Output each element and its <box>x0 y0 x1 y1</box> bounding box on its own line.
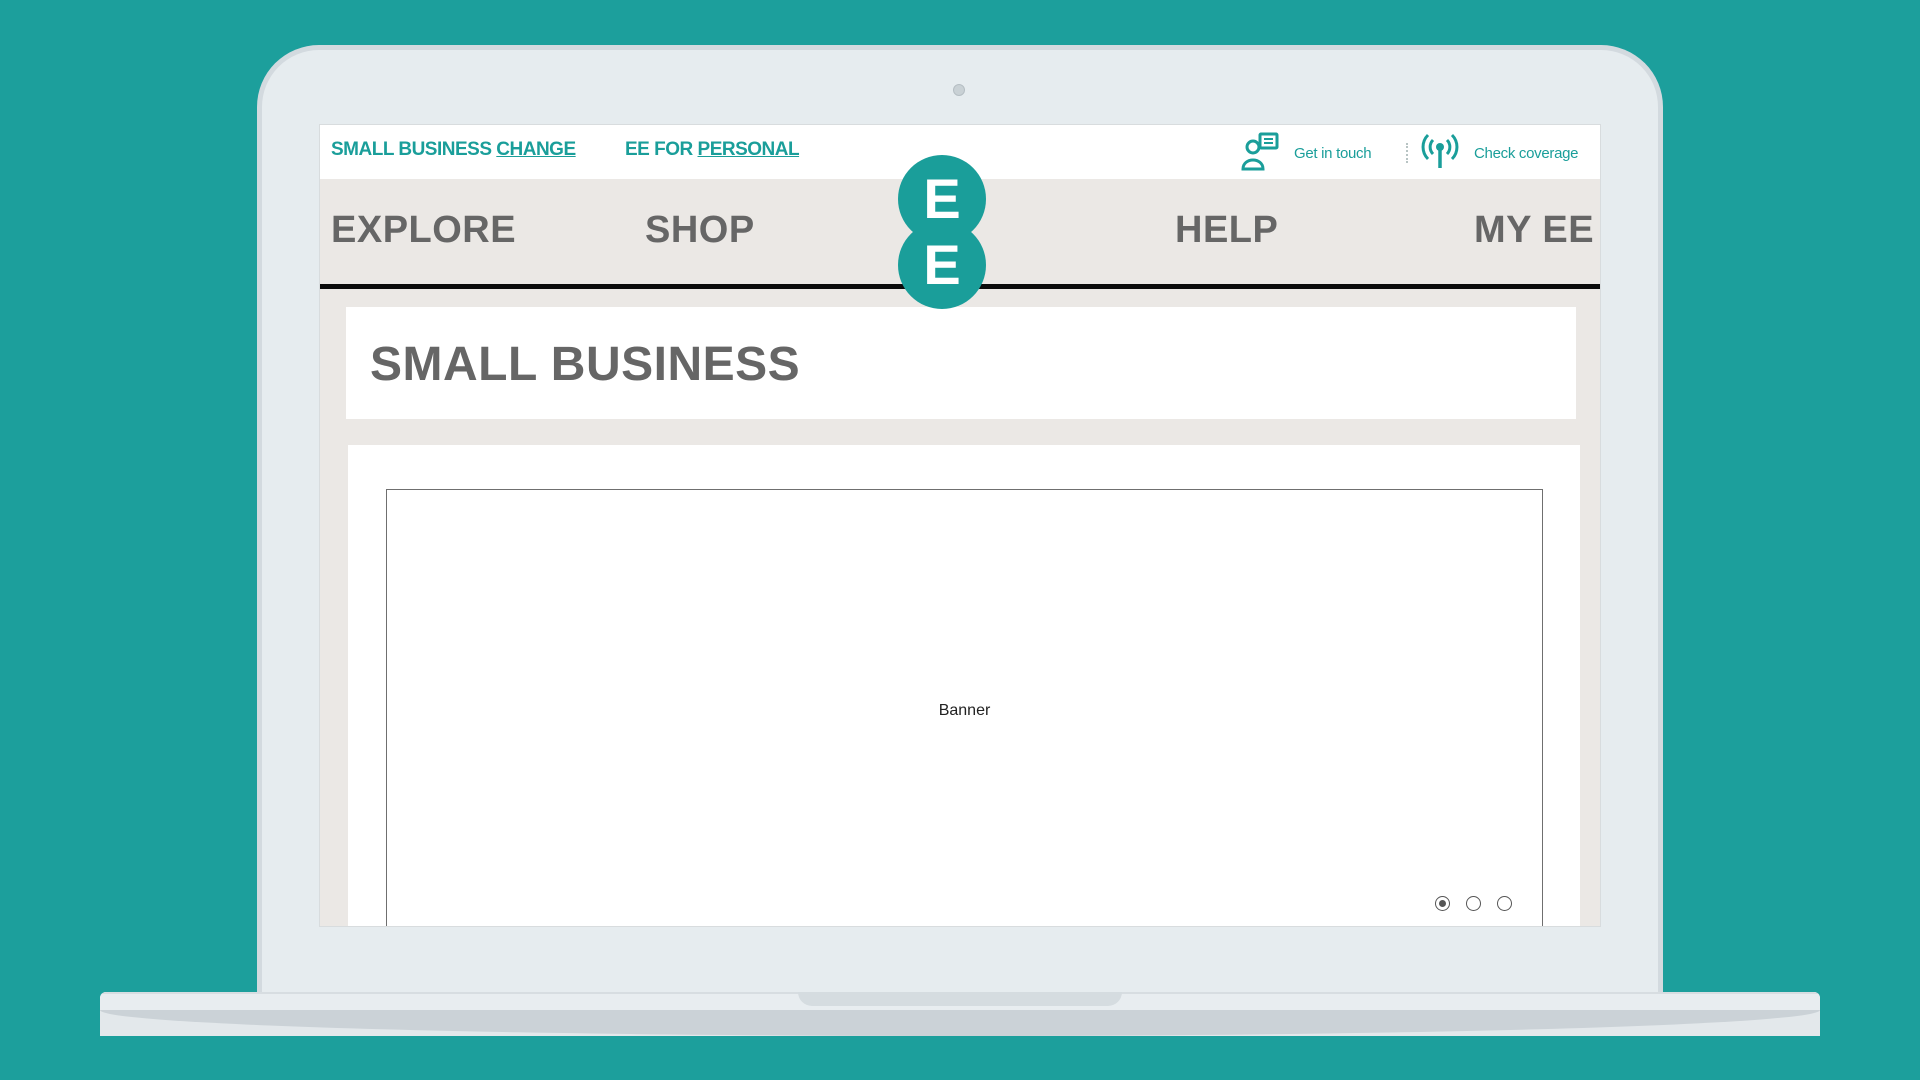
carousel-indicators <box>1435 896 1512 911</box>
segment-switcher: SMALL BUSINESS CHANGE <box>331 139 576 161</box>
carousel-dot-3[interactable] <box>1497 896 1512 911</box>
get-in-touch-link[interactable]: Get in touch <box>1240 131 1372 176</box>
ee-logo[interactable]: E E <box>898 155 986 309</box>
ee-logo-bottom-circle: E <box>898 221 986 309</box>
page-title: SMALL BUSINESS <box>370 338 801 391</box>
change-segment-link[interactable]: CHANGE <box>496 139 576 160</box>
nav-explore[interactable]: EXPLORE <box>331 209 516 252</box>
banner-carousel[interactable]: Banner <box>386 489 1543 926</box>
nav-shop[interactable]: SHOP <box>645 209 755 252</box>
laptop-base <box>100 992 1820 1036</box>
chat-person-icon <box>1240 131 1280 176</box>
utility-divider <box>1406 143 1410 163</box>
laptop-notch <box>798 992 1122 1006</box>
personal-link[interactable]: PERSONAL <box>698 139 800 160</box>
carousel-dot-2[interactable] <box>1466 896 1481 911</box>
check-coverage-link[interactable]: Check coverage <box>1420 131 1579 176</box>
check-coverage-label: Check coverage <box>1474 145 1579 162</box>
webcam <box>953 84 965 96</box>
website-screen: SMALL BUSINESS CHANGE EE FOR PERSONAL Ge… <box>319 124 1601 927</box>
nav-my-ee[interactable]: MY EE <box>1474 209 1594 252</box>
laptop-base-bottom <box>100 1010 1820 1036</box>
presentation-background: SMALL BUSINESS CHANGE EE FOR PERSONAL Ge… <box>0 0 1920 1080</box>
signal-tower-icon <box>1420 131 1460 176</box>
carousel-dot-1[interactable] <box>1435 896 1450 911</box>
ee-for-label: EE FOR <box>625 139 693 160</box>
segment-label: SMALL BUSINESS <box>331 139 492 160</box>
banner-placeholder-label: Banner <box>938 702 991 719</box>
content-panel: Banner <box>348 445 1580 926</box>
personal-switcher: EE FOR PERSONAL <box>625 139 800 161</box>
nav-help[interactable]: HELP <box>1175 209 1278 252</box>
page-title-panel: SMALL BUSINESS <box>346 307 1576 419</box>
get-in-touch-label: Get in touch <box>1294 145 1372 162</box>
